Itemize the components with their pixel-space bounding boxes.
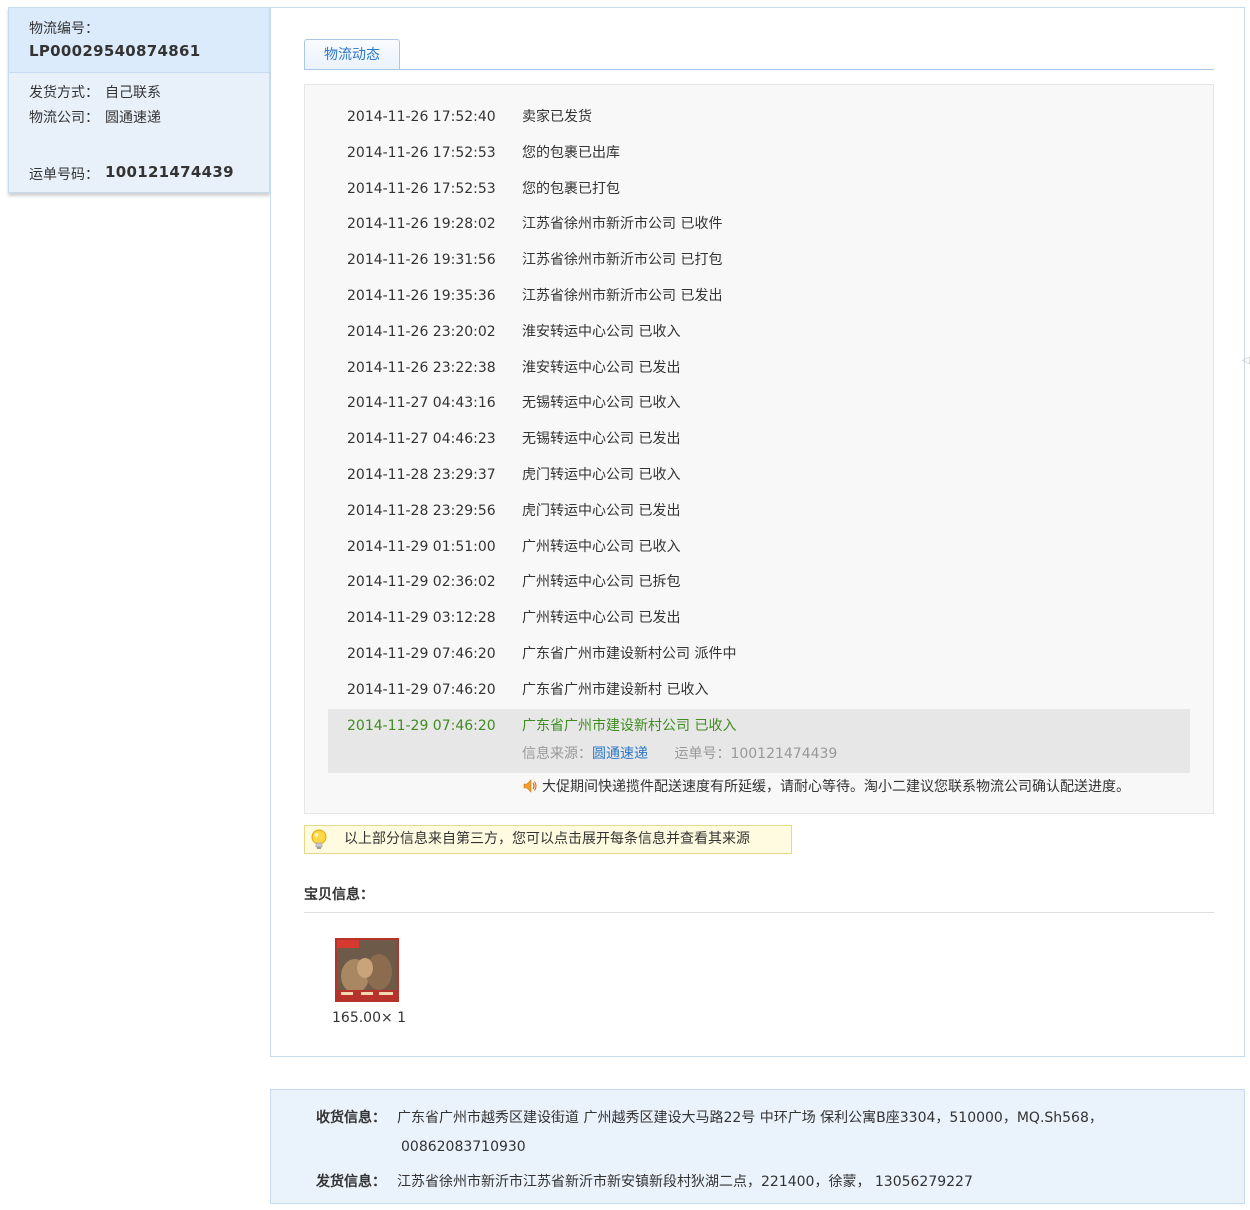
tracking-event-row: 2014-11-28 23:29:37 虎门转运中心公司 已收入 — [305, 457, 1215, 493]
send-address: 江苏省徐州市新沂市江苏省新沂市新安镇新段村狄湖二点，221400，徐蒙， 130… — [397, 1174, 973, 1190]
tab-underline — [304, 69, 1214, 70]
tracking-event-time: 2014-11-26 19:28:02 — [347, 216, 496, 233]
tracking-event-time: 2014-11-26 17:52:40 — [347, 109, 496, 125]
tracking-event-row: 2014-11-26 19:28:02 江苏省徐州市新沂市公司 已收件 — [305, 206, 1215, 242]
tracking-event-time: 2014-11-27 04:46:23 — [347, 431, 496, 448]
receive-address-line1: 广东省广州市越秀区建设街道 广州越秀区建设大马路22号 中环广场 保利公寓B座3… — [397, 1110, 1103, 1126]
receive-label: 收货信息： — [316, 1110, 386, 1126]
tracking-event-row: 2014-11-26 17:52:53 您的包裹已打包 — [305, 171, 1215, 207]
tip-text: 以上部分信息来自第三方，您可以点击展开每条信息并查看其来源 — [344, 831, 750, 847]
source-waybill-label: 运单号： — [674, 746, 731, 762]
logistics-panel: 物流动态 2014-11-26 17:52:40 卖家已发货 2014-11-26 … — [270, 7, 1245, 1057]
tracking-event-desc: 虎门转运中心公司 已发出 — [522, 502, 681, 519]
tracking-event-row: 2014-11-27 04:43:16 无锡转运中心公司 已收入 — [305, 385, 1215, 421]
tracking-event-row: 2014-11-26 17:52:53 您的包裹已出库 — [305, 135, 1215, 171]
company-label: 物流公司： — [29, 110, 99, 126]
latest-tracking-event[interactable]: 2014-11-29 07:46:20 广东省广州市建设新村公司 已收入 信息来… — [328, 709, 1190, 773]
receive-address-line2: 00862083710930 — [401, 1139, 526, 1155]
tracking-event-time: 2014-11-26 19:31:56 — [347, 252, 496, 269]
source-label: 信息来源： — [522, 746, 592, 762]
tracking-event-time: 2014-11-29 07:46:20 — [347, 646, 496, 662]
speaker-icon — [523, 779, 537, 793]
tracking-event-desc: 卖家已发货 — [522, 109, 592, 125]
tracking-event-time: 2014-11-27 04:43:16 — [347, 395, 496, 412]
tracking-event-desc: 广州转运中心公司 已拆包 — [522, 574, 681, 591]
delay-notice-text: 大促期间快递揽件配送速度有所延缓，请耐心等待。淘小二建议您联系物流公司确认配送进… — [542, 779, 1130, 795]
tracking-event-time: 2014-11-26 19:35:36 — [347, 288, 496, 304]
company-value: 圆通速递 — [105, 110, 161, 126]
order-info-card: 物流编号： LP00029540874861 发货方式： 自己联系 物流公司： … — [8, 7, 270, 193]
tracking-event-time: 2014-11-26 17:52:53 — [347, 144, 496, 161]
delay-notice: 大促期间快递揽件配送速度有所延缓，请耐心等待。淘小二建议您联系物流公司确认配送进… — [522, 775, 1130, 799]
logistics-no-label: 物流编号： — [29, 21, 99, 37]
tracking-event-desc: 广东省广州市建设新村公司 派件中 — [522, 646, 737, 662]
tracking-event-desc: 广州转运中心公司 已发出 — [522, 610, 681, 627]
ship-method-label: 发货方式： — [29, 85, 99, 101]
source-link[interactable]: 圆通速递 — [592, 746, 648, 762]
source-waybill-value: 100121474439 — [730, 746, 838, 762]
tracking-event-desc: 广州转运中心公司 已收入 — [522, 538, 681, 555]
tracking-event-desc: 淮安转运中心公司 已发出 — [522, 359, 681, 376]
tracking-event-desc: 广东省广州市建设新村 已收入 — [522, 681, 709, 698]
tracking-event-desc: 虎门转运中心公司 已收入 — [522, 467, 681, 483]
logistics-no-value: LP00029540874861 — [29, 42, 201, 60]
tracking-event-time: 2014-11-26 23:20:02 — [347, 323, 496, 340]
tracking-event-row: 2014-11-26 23:20:02 淮安转运中心公司 已收入 — [305, 314, 1215, 350]
tracking-event-row: 2014-11-26 19:31:56 江苏省徐州市新沂市公司 已打包 — [305, 242, 1215, 278]
tracking-event-row: 2014-11-29 02:36:02 广州转运中心公司 已拆包 — [305, 564, 1215, 600]
waybill-label: 运单号码： — [29, 167, 99, 183]
tracking-event-row: 2014-11-29 07:46:20 广东省广州市建设新村 已收入 — [305, 672, 1215, 708]
tracking-event-time: 2014-11-28 23:29:37 — [347, 467, 496, 483]
tracking-event-row: 2014-11-29 03:12:28 广州转运中心公司 已发出 — [305, 600, 1215, 636]
ship-method-value: 自己联系 — [105, 85, 161, 101]
tracking-event-time: 2014-11-28 23:29:56 — [347, 502, 496, 519]
tracking-event-row: 2014-11-29 07:46:20 广东省广州市建设新村公司 派件中 — [305, 636, 1215, 672]
latest-event-source: 信息来源：圆通速递 运单号：100121474439 — [522, 741, 837, 767]
latest-event-desc: 广东省广州市建设新村公司 已收入 — [522, 718, 737, 734]
tracking-event-time: 2014-11-29 02:36:02 — [347, 574, 496, 591]
send-label: 发货信息： — [316, 1174, 386, 1190]
tracking-event-desc: 江苏省徐州市新沂市公司 已打包 — [522, 252, 723, 269]
tracking-event-time: 2014-11-26 23:22:38 — [347, 359, 496, 376]
tracking-event-desc: 淮安转运中心公司 已收入 — [522, 323, 681, 340]
tracking-timeline: 2014-11-26 17:52:40 卖家已发货 2014-11-26 17:52… — [304, 84, 1214, 814]
third-party-tip: 以上部分信息来自第三方，您可以点击展开每条信息并查看其来源 — [304, 825, 792, 854]
tracking-event-row: 2014-11-29 01:51:00 广州转运中心公司 已收入 — [305, 529, 1215, 565]
tracking-event-time: 2014-11-29 03:12:28 — [347, 610, 496, 627]
tracking-event-time: 2014-11-26 17:52:53 — [347, 180, 496, 197]
tracking-event-row: 2014-11-28 23:29:56 虎门转运中心公司 已发出 — [305, 493, 1215, 529]
tracking-event-time: 2014-11-29 07:46:20 — [347, 681, 496, 698]
tracking-event-desc: 您的包裹已打包 — [522, 180, 620, 197]
product-section-divider — [304, 912, 1214, 913]
product-thumbnail[interactable] — [335, 938, 399, 1002]
latest-event-time: 2014-11-29 07:46:20 — [347, 718, 496, 734]
tracking-event-row: 2014-11-26 19:35:36 江苏省徐州市新沂市公司 已发出 — [305, 278, 1215, 314]
tracking-event-desc: 江苏省徐州市新沂市公司 已收件 — [522, 216, 723, 233]
tracking-event-desc: 您的包裹已出库 — [522, 144, 620, 161]
tracking-event-desc: 无锡转运中心公司 已收入 — [522, 395, 681, 412]
tracking-event-desc: 江苏省徐州市新沂市公司 已发出 — [522, 288, 723, 304]
scroll-indicator-icon: ◁ — [1242, 355, 1250, 366]
product-price-qty: 165.00× 1 — [332, 1010, 407, 1026]
tracking-event-row: 2014-11-26 23:22:38 淮安转运中心公司 已发出 — [305, 350, 1215, 386]
lightbulb-icon — [311, 829, 327, 849]
tab-logistics-updates[interactable]: 物流动态 — [304, 39, 400, 70]
tracking-event-row: 2014-11-27 04:46:23 无锡转运中心公司 已发出 — [305, 421, 1215, 457]
tracking-event-time: 2014-11-29 01:51:00 — [347, 538, 496, 555]
waybill-value: 100121474439 — [105, 163, 234, 181]
product-section-title: 宝贝信息： — [304, 887, 374, 903]
tracking-event-desc: 无锡转运中心公司 已发出 — [522, 431, 681, 448]
tracking-event-row: 2014-11-26 17:52:40 卖家已发货 — [305, 99, 1215, 135]
address-panel: 收货信息： 广东省广州市越秀区建设街道 广州越秀区建设大马路22号 中环广场 保… — [270, 1089, 1245, 1204]
